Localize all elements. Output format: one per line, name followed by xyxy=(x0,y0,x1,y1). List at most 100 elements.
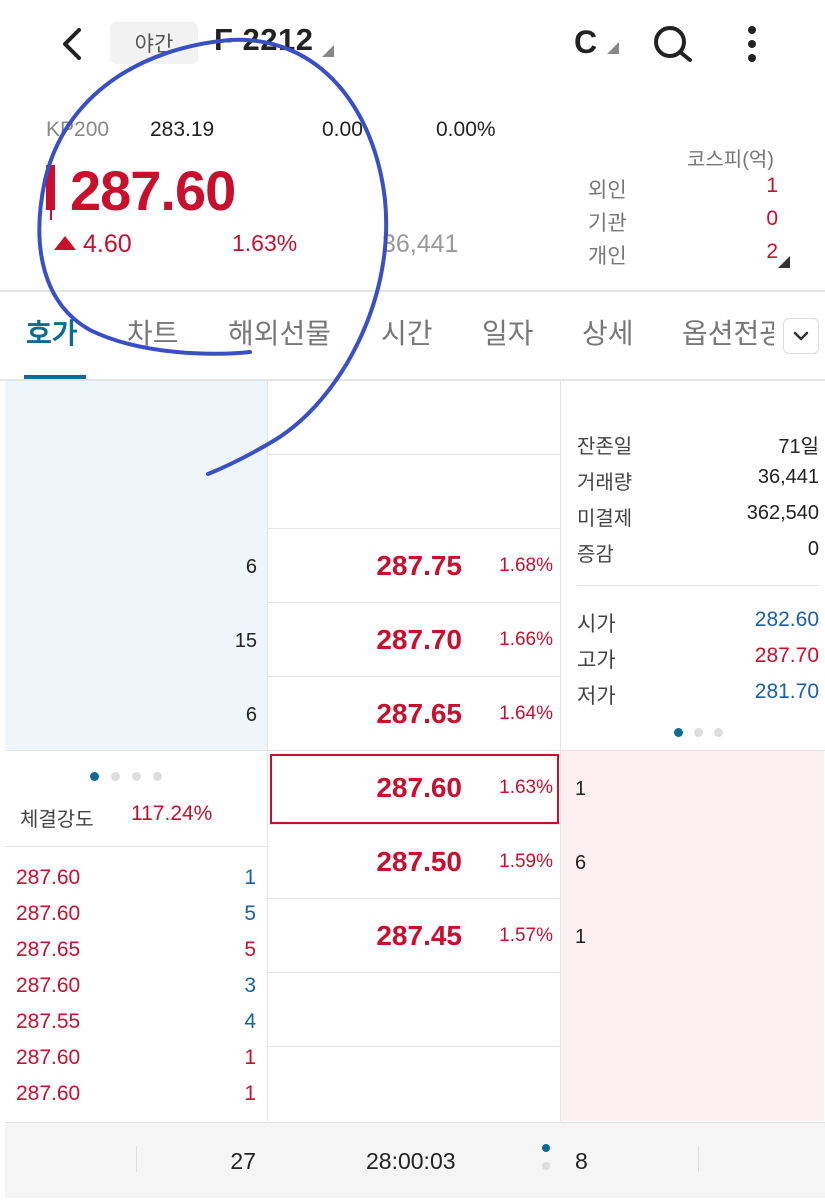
info-label: 저가 xyxy=(577,685,616,708)
price-info-panel: 시가 282.60 고가 287.70 저가 281.70 xyxy=(577,608,819,716)
ask-qty: 15 xyxy=(234,630,257,652)
grid-line xyxy=(560,381,561,1121)
investor-row: 기관 0 xyxy=(588,207,778,240)
tick-row: 287.60 3 xyxy=(16,974,256,1010)
ask-total-qty: 27 xyxy=(230,1148,256,1174)
grid-line xyxy=(268,824,560,825)
price-change-pct: 1.63% xyxy=(232,230,298,256)
up-triangle-icon xyxy=(54,236,76,250)
page-dot[interactable] xyxy=(694,728,703,737)
investor-label: 기관 xyxy=(588,212,627,235)
tab-chart[interactable]: 차트 xyxy=(127,312,179,352)
index-value: 283.19 xyxy=(150,118,215,141)
info-value: 36,441 xyxy=(757,466,819,488)
grid-line xyxy=(267,381,268,1121)
tab-orderbook[interactable]: 호가 xyxy=(26,312,78,352)
info-label: 미결제 xyxy=(577,508,633,530)
page-dot[interactable] xyxy=(111,772,120,781)
bid-pct: 1.59% xyxy=(499,851,553,872)
search-button[interactable] xyxy=(650,24,694,69)
page-dot[interactable] xyxy=(153,772,162,781)
tick-row: 287.55 4 xyxy=(16,1010,256,1046)
investor-value: 0 xyxy=(766,207,778,230)
tab-detail[interactable]: 상세 xyxy=(582,312,634,352)
tick-price: 287.60 xyxy=(16,1082,81,1105)
info-row: 시가 282.60 xyxy=(577,608,819,644)
bid-qty: 6 xyxy=(575,852,587,874)
ask-price[interactable]: 287.75 xyxy=(312,550,462,582)
grid-line xyxy=(268,528,560,529)
tick-qty: 1 xyxy=(244,1046,256,1069)
tick-price: 287.60 xyxy=(16,902,81,925)
ask-price[interactable]: 287.65 xyxy=(312,698,462,730)
more-menu-button[interactable] xyxy=(740,22,764,71)
info-label: 잔존일 xyxy=(577,436,633,458)
c-label: C xyxy=(574,24,598,60)
ask-qty: 6 xyxy=(245,704,257,726)
page-dot[interactable] xyxy=(714,728,723,737)
tick-qty: 1 xyxy=(244,866,256,889)
bid-price[interactable]: 287.45 xyxy=(312,920,462,952)
info-label: 증감 xyxy=(577,544,614,566)
investor-list: 외인 1 기관 0 개인 2 xyxy=(588,174,778,273)
grid-line xyxy=(268,898,560,899)
page-dot-active[interactable] xyxy=(674,728,683,737)
investor-label: 개인 xyxy=(588,245,627,268)
index-name: KP200 xyxy=(46,118,110,141)
info-row: 증감 0 xyxy=(577,538,819,574)
low-price: 281.70 xyxy=(754,680,819,703)
tab-overseas-futures[interactable]: 해외선물 xyxy=(228,312,331,352)
divider xyxy=(577,585,819,586)
bid-pct: 1.63% xyxy=(499,777,553,798)
price-bar-icon xyxy=(46,165,55,210)
investor-expand-icon[interactable] xyxy=(778,256,790,268)
tick-row: 287.60 1 xyxy=(16,1046,256,1082)
grid-line xyxy=(5,750,825,751)
investor-row: 개인 2 xyxy=(588,240,778,273)
tick-qty: 3 xyxy=(244,974,256,997)
grid-line xyxy=(268,972,560,973)
index-change-pct: 0.00% xyxy=(436,118,496,141)
tabs-expand-button[interactable] xyxy=(783,318,819,354)
tick-qty: 5 xyxy=(244,902,256,925)
tick-qty: 4 xyxy=(244,1010,256,1033)
kebab-menu-icon xyxy=(748,26,756,62)
tab-daily[interactable]: 일자 xyxy=(482,312,534,352)
grid-line xyxy=(5,846,267,847)
divider xyxy=(136,1146,137,1172)
open-price: 282.60 xyxy=(754,608,819,631)
index-change: 0.00 xyxy=(322,118,363,141)
info-panel: 잔존일 71일 거래량 36,441 미결제 362,540 증감 0 xyxy=(577,430,819,574)
grid-line xyxy=(268,454,560,455)
info-label: 거래량 xyxy=(577,472,633,494)
page-dot[interactable] xyxy=(132,772,141,781)
bid-price[interactable]: 287.50 xyxy=(312,846,462,878)
ask-pct: 1.64% xyxy=(499,703,553,724)
c-menu-button[interactable]: C xyxy=(574,24,597,61)
price-change: 4.60 xyxy=(83,230,132,258)
tab-option-board[interactable]: 옵션전광 xyxy=(682,312,774,352)
page-dot[interactable] xyxy=(542,1162,550,1170)
divider xyxy=(0,290,825,292)
investor-value: 2 xyxy=(766,240,778,263)
tick-price: 287.55 xyxy=(16,1010,81,1033)
info-row: 미결제 362,540 xyxy=(577,502,819,538)
tick-row: 287.65 5 xyxy=(16,938,256,974)
info-row: 고가 287.70 xyxy=(577,644,819,680)
back-button[interactable] xyxy=(55,22,91,66)
tick-price: 287.60 xyxy=(16,1046,81,1069)
instrument-code[interactable]: F 2212 xyxy=(214,22,314,58)
session-badge[interactable]: 야간 xyxy=(110,22,198,64)
ask-price[interactable]: 287.70 xyxy=(312,624,462,656)
investor-label: 외인 xyxy=(588,179,627,202)
bid-total-qty: 8 xyxy=(575,1148,588,1174)
tab-time[interactable]: 시간 xyxy=(381,312,433,352)
page-dot-active[interactable] xyxy=(542,1144,550,1152)
info-row: 잔존일 71일 xyxy=(577,430,819,466)
tick-row: 287.60 1 xyxy=(16,866,256,902)
page-dot-active[interactable] xyxy=(90,772,99,781)
tick-price: 287.65 xyxy=(16,938,81,961)
ask-pct: 1.66% xyxy=(499,629,553,650)
info-label: 시가 xyxy=(577,613,616,636)
bid-price[interactable]: 287.60 xyxy=(312,772,462,804)
